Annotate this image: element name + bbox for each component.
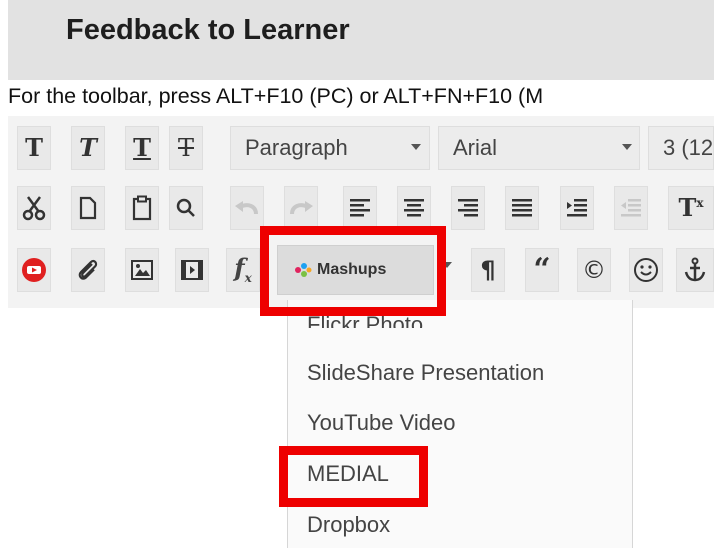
mashups-highlight-box bbox=[260, 226, 446, 316]
format-block-select[interactable]: Paragraph bbox=[230, 126, 430, 170]
indent-button[interactable] bbox=[560, 186, 594, 230]
redo-button[interactable] bbox=[284, 186, 318, 230]
quote-icon: “ bbox=[533, 252, 551, 287]
underline-button[interactable]: T bbox=[125, 126, 159, 170]
align-right-button[interactable] bbox=[451, 186, 485, 230]
superscript-button[interactable]: Tx bbox=[668, 186, 714, 230]
paragraph-mark-button[interactable]: ¶ bbox=[471, 248, 505, 292]
redo-icon bbox=[290, 201, 313, 215]
align-justify-icon bbox=[512, 199, 532, 217]
find-button[interactable] bbox=[169, 186, 203, 230]
insert-media-button[interactable] bbox=[175, 248, 209, 292]
bold-icon: T bbox=[25, 133, 43, 162]
font-family-value: Arial bbox=[453, 135, 498, 160]
indent-icon bbox=[567, 199, 587, 217]
pilcrow-icon: ¶ bbox=[480, 256, 496, 284]
italic-icon: T bbox=[79, 133, 97, 162]
italic-button[interactable]: T bbox=[71, 126, 105, 170]
copyright-icon: © bbox=[582, 256, 606, 284]
toolbar-hint: For the toolbar, press ALT+F10 (PC) or A… bbox=[8, 84, 544, 108]
format-block-value: Paragraph bbox=[245, 135, 348, 160]
align-right-icon bbox=[458, 199, 478, 217]
align-center-button[interactable] bbox=[397, 186, 431, 230]
blockquote-button[interactable]: “ bbox=[525, 248, 559, 292]
paperclip-icon bbox=[78, 259, 98, 280]
clipboard-icon bbox=[132, 195, 152, 221]
menu-item-dropbox[interactable]: Dropbox bbox=[307, 512, 390, 538]
superscript-icon: Tx bbox=[678, 193, 704, 222]
chevron-down-icon bbox=[622, 144, 632, 150]
formula-icon: fx bbox=[234, 253, 252, 285]
chevron-down-icon bbox=[411, 144, 421, 150]
film-icon bbox=[181, 260, 203, 280]
search-icon bbox=[176, 198, 195, 217]
copy-button[interactable] bbox=[71, 186, 105, 230]
font-size-select[interactable]: 3 (12 bbox=[648, 126, 714, 170]
scissors-icon bbox=[22, 196, 46, 221]
align-left-icon bbox=[350, 199, 370, 217]
align-center-icon bbox=[404, 199, 424, 217]
menu-item-slideshare-presentation[interactable]: SlideShare Presentation bbox=[307, 360, 544, 386]
justify-button[interactable] bbox=[505, 186, 539, 230]
image-icon bbox=[131, 260, 153, 280]
strikethrough-button[interactable]: T bbox=[169, 126, 203, 170]
smiley-icon bbox=[634, 258, 658, 282]
page-title: Feedback to Learner bbox=[66, 14, 350, 46]
strikethrough-icon: T bbox=[177, 134, 194, 162]
youtube-button[interactable] bbox=[17, 248, 51, 292]
paste-button[interactable] bbox=[125, 186, 159, 230]
undo-button[interactable] bbox=[230, 186, 264, 230]
youtube-icon bbox=[22, 258, 46, 282]
outdent-icon bbox=[621, 199, 641, 217]
emoticon-button[interactable] bbox=[629, 248, 663, 292]
medial-highlight-box bbox=[279, 446, 428, 507]
special-character-button[interactable]: © bbox=[577, 248, 611, 292]
align-left-button[interactable] bbox=[343, 186, 377, 230]
outdent-button[interactable] bbox=[614, 186, 648, 230]
attach-file-button[interactable] bbox=[71, 248, 105, 292]
mashups-dropdown-menu: Flickr Photo SlideShare Presentation You… bbox=[287, 300, 633, 548]
bold-button[interactable]: T bbox=[17, 126, 51, 170]
anchor-button[interactable] bbox=[676, 248, 714, 292]
font-family-select[interactable]: Arial bbox=[438, 126, 640, 170]
undo-icon bbox=[235, 201, 258, 215]
copy-icon bbox=[79, 196, 97, 220]
font-size-value: 3 (12 bbox=[663, 135, 714, 160]
menu-item-youtube-video[interactable]: YouTube Video bbox=[307, 410, 455, 436]
insert-image-button[interactable] bbox=[125, 248, 159, 292]
underline-icon: T bbox=[133, 133, 151, 162]
math-button[interactable]: fx bbox=[226, 248, 260, 292]
anchor-icon bbox=[684, 257, 706, 282]
cut-button[interactable] bbox=[17, 186, 51, 230]
